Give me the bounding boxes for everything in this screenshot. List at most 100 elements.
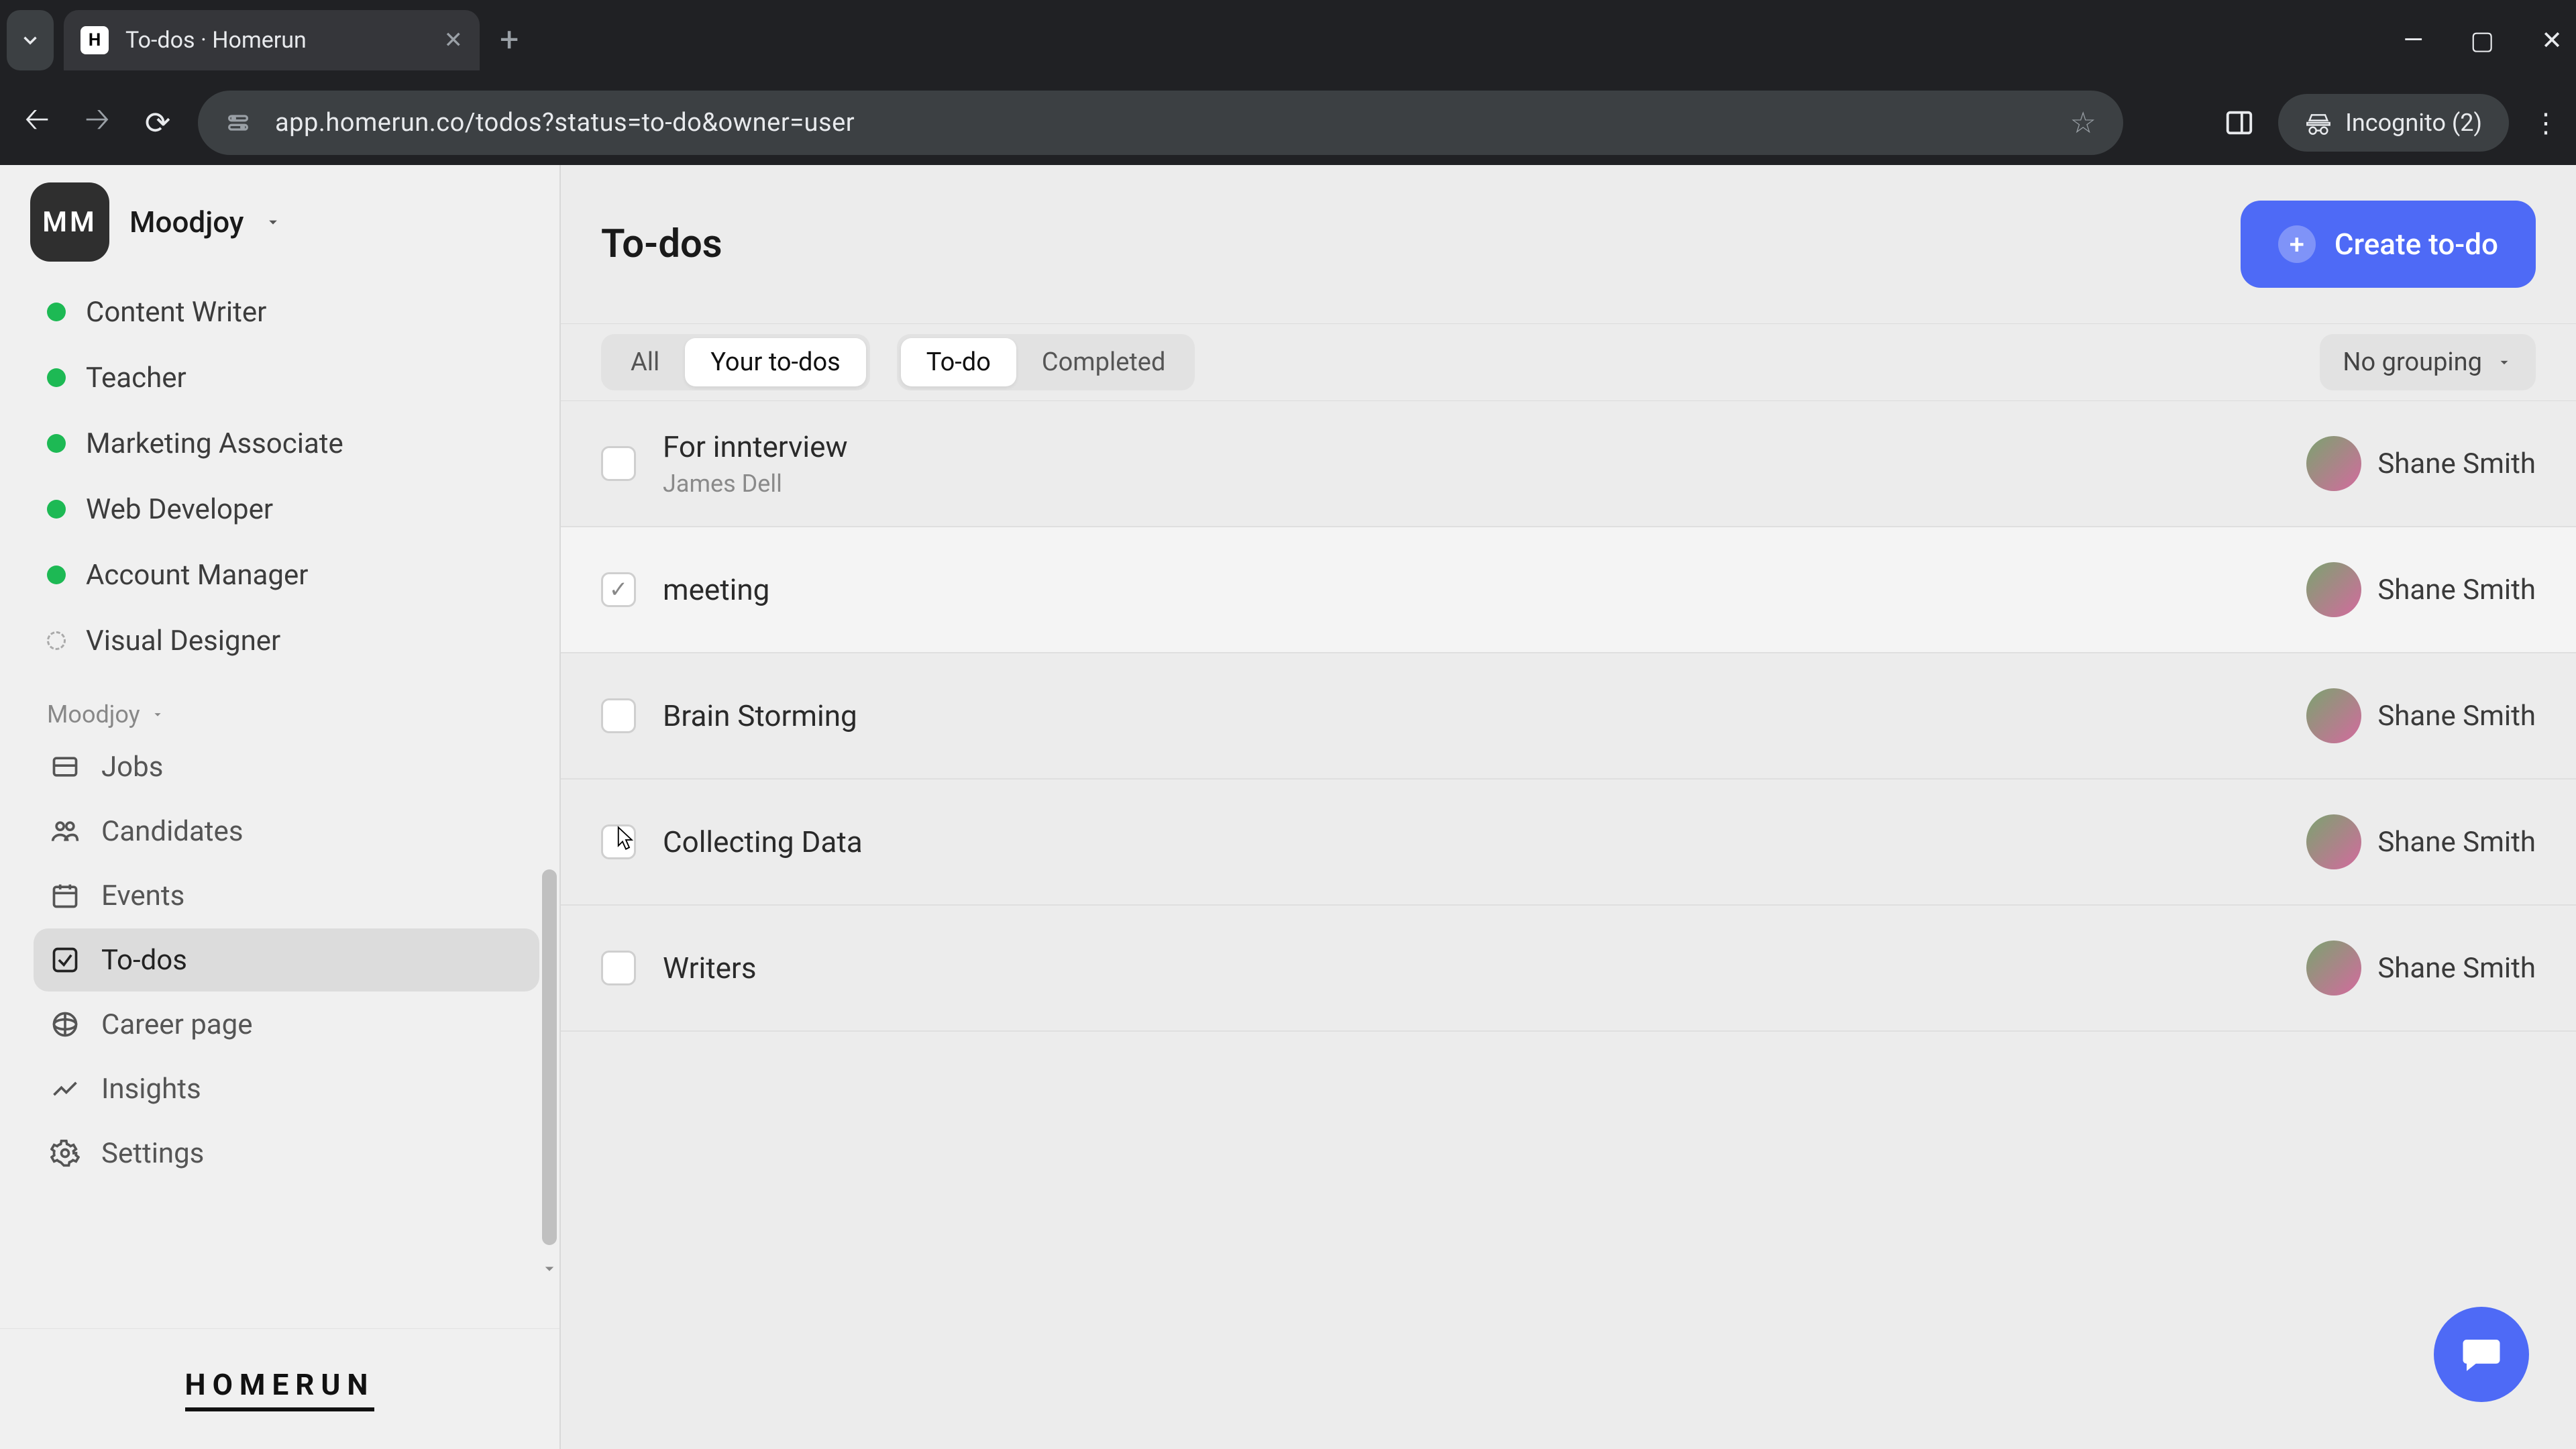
url-text: app.homerun.co/todos?status=to-do&owner=… bbox=[275, 108, 855, 138]
todo-assignee[interactable]: Shane Smith bbox=[2306, 688, 2536, 743]
job-label: Content Writer bbox=[86, 296, 266, 329]
jobs-icon bbox=[50, 752, 80, 782]
sidebar-scroll-thumb[interactable] bbox=[542, 869, 557, 1245]
forward-button[interactable]: 🡢 bbox=[77, 97, 117, 149]
sidebar-section-toggle[interactable]: Moodjoy bbox=[34, 700, 539, 729]
toolbar-right-actions: Incognito (2) ⋮ bbox=[2224, 94, 2559, 152]
assignee-name: Shane Smith bbox=[2377, 826, 2536, 859]
todo-checkbox[interactable] bbox=[601, 698, 636, 733]
sidebar-footer: HOMERUN bbox=[0, 1328, 559, 1449]
sidebar-job-item[interactable]: Account Manager bbox=[34, 542, 539, 608]
nav-list: Jobs Candidates Events To-dos Career pag… bbox=[34, 735, 539, 1185]
job-label: Visual Designer bbox=[86, 625, 280, 657]
sidebar-nav-jobs[interactable]: Jobs bbox=[34, 735, 539, 798]
grouping-label: No grouping bbox=[2343, 347, 2482, 377]
todo-checkbox[interactable] bbox=[601, 951, 636, 985]
owner-filter-option[interactable]: All bbox=[605, 338, 685, 386]
chevron-down-icon bbox=[2496, 354, 2513, 371]
window-controls: ― ▢ ✕ bbox=[2404, 0, 2563, 80]
back-button[interactable]: 🡠 bbox=[17, 97, 57, 149]
sidebar-nav-todos[interactable]: To-dos bbox=[34, 928, 539, 991]
todo-row[interactable]: Brain Storming Shane Smith bbox=[561, 653, 2576, 780]
nav-label: Settings bbox=[101, 1137, 204, 1170]
sidebar-nav-settings[interactable]: Settings bbox=[34, 1122, 539, 1185]
main-content: To-dos + Create to-do AllYour to-dos To-… bbox=[561, 165, 2576, 1449]
create-todo-button[interactable]: + Create to-do bbox=[2241, 201, 2536, 288]
nav-label: Events bbox=[101, 879, 184, 912]
browser-toolbar: 🡠 🡢 ⟳ app.homerun.co/todos?status=to-do&… bbox=[0, 80, 2576, 165]
tab-search-button[interactable] bbox=[7, 10, 54, 70]
browser-chrome: H To-dos · Homerun ✕ + ― ▢ ✕ 🡠 🡢 ⟳ app.h… bbox=[0, 0, 2576, 165]
incognito-indicator[interactable]: Incognito (2) bbox=[2278, 94, 2509, 152]
todo-text: Writers bbox=[663, 951, 757, 985]
todo-row[interactable]: Collecting Data Shane Smith bbox=[561, 780, 2576, 906]
todo-row[interactable]: For innterview James Dell Shane Smith bbox=[561, 401, 2576, 527]
sidebar-nav-events[interactable]: Events bbox=[34, 864, 539, 927]
todo-checkbox[interactable] bbox=[601, 446, 636, 481]
status-filter-option[interactable]: Completed bbox=[1016, 338, 1191, 386]
side-panel-icon[interactable] bbox=[2224, 107, 2255, 138]
window-close-button[interactable]: ✕ bbox=[2541, 25, 2563, 56]
sidebar-nav-career[interactable]: Career page bbox=[34, 993, 539, 1056]
sidebar-job-item[interactable]: Web Developer bbox=[34, 476, 539, 542]
chat-icon bbox=[2459, 1332, 2504, 1377]
nav-label: Career page bbox=[101, 1008, 253, 1041]
assignee-name: Shane Smith bbox=[2377, 700, 2536, 733]
todo-title: For innterview bbox=[663, 429, 848, 464]
sidebar-scrollbar[interactable] bbox=[539, 319, 559, 1258]
candidates-icon bbox=[50, 816, 80, 846]
sidebar-nav-insights[interactable]: Insights bbox=[34, 1057, 539, 1120]
sidebar: MM Moodjoy Content Writer Teacher Market… bbox=[0, 165, 561, 1449]
todo-assignee[interactable]: Shane Smith bbox=[2306, 941, 2536, 996]
job-status-dot bbox=[47, 303, 66, 321]
brand-logo[interactable]: HOMERUN bbox=[185, 1367, 375, 1411]
sidebar-job-item[interactable]: Marketing Associate bbox=[34, 411, 539, 476]
sidebar-job-item[interactable]: Visual Designer bbox=[34, 608, 539, 674]
scroll-down-arrow-icon[interactable] bbox=[539, 1258, 559, 1279]
chat-fab[interactable] bbox=[2434, 1307, 2529, 1402]
assignee-avatar bbox=[2306, 436, 2361, 491]
tab-strip: H To-dos · Homerun ✕ + ― ▢ ✕ bbox=[0, 0, 2576, 80]
job-label: Teacher bbox=[86, 362, 186, 394]
sidebar-job-item[interactable]: Content Writer bbox=[34, 279, 539, 345]
todo-checkbox[interactable] bbox=[601, 824, 636, 859]
assignee-avatar bbox=[2306, 562, 2361, 617]
todo-title: meeting bbox=[663, 572, 769, 607]
settings-icon bbox=[50, 1138, 80, 1168]
job-status-dot bbox=[47, 631, 66, 650]
insights-icon bbox=[50, 1074, 80, 1104]
job-list: Content Writer Teacher Marketing Associa… bbox=[34, 279, 539, 674]
workspace-initials: MM bbox=[42, 206, 97, 239]
status-filter-option[interactable]: To-do bbox=[901, 338, 1016, 386]
reload-button[interactable]: ⟳ bbox=[138, 105, 178, 142]
workspace-name: Moodjoy bbox=[129, 205, 244, 239]
new-tab-button[interactable]: + bbox=[500, 21, 519, 60]
window-maximize-button[interactable]: ▢ bbox=[2470, 25, 2494, 56]
owner-filter-option[interactable]: Your to-dos bbox=[685, 338, 866, 386]
sidebar-nav-candidates[interactable]: Candidates bbox=[34, 800, 539, 863]
chevron-down-icon bbox=[264, 213, 282, 231]
grouping-dropdown[interactable]: No grouping bbox=[2320, 334, 2536, 390]
site-settings-icon bbox=[225, 109, 252, 136]
todo-assignee[interactable]: Shane Smith bbox=[2306, 562, 2536, 617]
workspace-switcher[interactable]: MM Moodjoy bbox=[0, 165, 559, 279]
todo-assignee[interactable]: Shane Smith bbox=[2306, 814, 2536, 869]
todo-row[interactable]: Writers Shane Smith bbox=[561, 906, 2576, 1032]
bookmark-star-icon[interactable]: ☆ bbox=[2070, 105, 2096, 140]
todo-text: Collecting Data bbox=[663, 824, 863, 859]
nav-label: Jobs bbox=[101, 751, 163, 784]
todo-text: For innterview James Dell bbox=[663, 429, 848, 498]
incognito-icon bbox=[2305, 109, 2332, 136]
sidebar-job-item[interactable]: Teacher bbox=[34, 345, 539, 411]
browser-menu-button[interactable]: ⋮ bbox=[2532, 107, 2559, 139]
address-bar[interactable]: app.homerun.co/todos?status=to-do&owner=… bbox=[198, 91, 2123, 155]
tab-close-button[interactable]: ✕ bbox=[444, 27, 464, 54]
status-filter-segment: To-doCompleted bbox=[897, 334, 1195, 390]
incognito-label: Incognito (2) bbox=[2345, 109, 2482, 137]
window-minimize-button[interactable]: ― bbox=[2404, 25, 2424, 55]
todo-assignee[interactable]: Shane Smith bbox=[2306, 436, 2536, 491]
sidebar-scroll-area[interactable]: Content Writer Teacher Marketing Associa… bbox=[0, 279, 559, 1328]
todo-checkbox[interactable]: ✓ bbox=[601, 572, 636, 607]
browser-tab-active[interactable]: H To-dos · Homerun ✕ bbox=[64, 10, 480, 70]
todo-row[interactable]: ✓ meeting Shane Smith bbox=[561, 527, 2576, 653]
